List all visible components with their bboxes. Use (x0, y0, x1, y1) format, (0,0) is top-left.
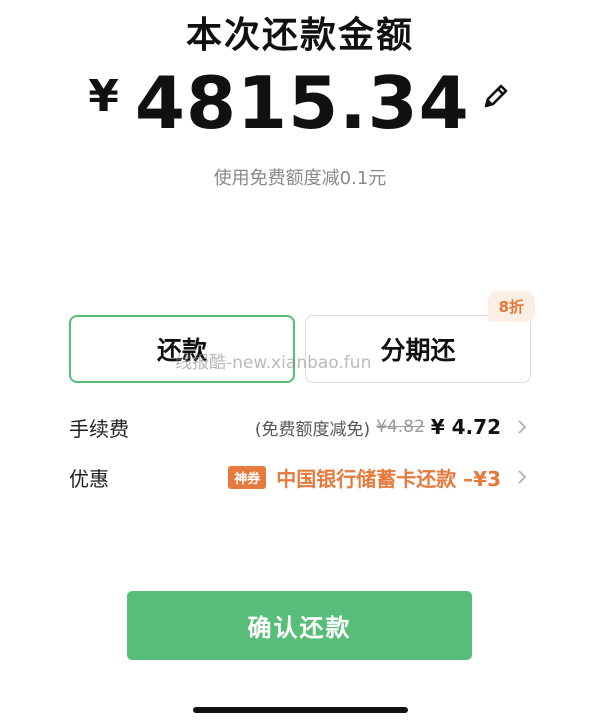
fee-label: 手续费 (69, 416, 129, 441)
chevron-right-icon (518, 420, 527, 434)
edit-amount-button[interactable] (480, 84, 512, 112)
fee-original-price: ¥4.82 (376, 417, 425, 437)
coupon-tag: 神券 (228, 465, 267, 489)
promo-text: 中国银行储蓄卡还款 –¥3 (276, 466, 501, 491)
pencil-icon (484, 84, 508, 108)
discount-note: 使用免费额度减0.1元 (213, 168, 387, 189)
confirm-repay-label: 确认还款 (247, 614, 352, 642)
repay-options: 还款 分期还 8折 (69, 291, 535, 387)
repayment-amount: ¥ 4815.34 (0, 60, 600, 146)
promo-label: 优惠 (69, 466, 109, 491)
fee-final-price: ¥ 4.72 (430, 415, 501, 439)
promo-row[interactable]: 优惠 神券 中国银行储蓄卡还款 –¥3 (69, 460, 529, 494)
repay-option-label: 还款 (156, 336, 207, 365)
fee-waiver-note: (免费额度减免) (254, 419, 371, 440)
home-indicator[interactable] (193, 707, 408, 713)
discount-badge: 8折 (487, 291, 535, 322)
chevron-right-icon (518, 470, 527, 484)
installment-option-button[interactable]: 分期还 (305, 315, 531, 383)
fee-row[interactable]: 手续费 (免费额度减免) ¥4.82 ¥ 4.72 (69, 410, 529, 444)
amount-value: 4815.34 (134, 61, 470, 145)
installment-option-label: 分期还 (380, 336, 456, 365)
currency-symbol: ¥ (88, 70, 119, 122)
page-title: 本次还款金额 (185, 15, 414, 56)
confirm-repay-button[interactable]: 确认还款 (127, 591, 472, 660)
repay-option-button[interactable]: 还款 (69, 315, 295, 383)
